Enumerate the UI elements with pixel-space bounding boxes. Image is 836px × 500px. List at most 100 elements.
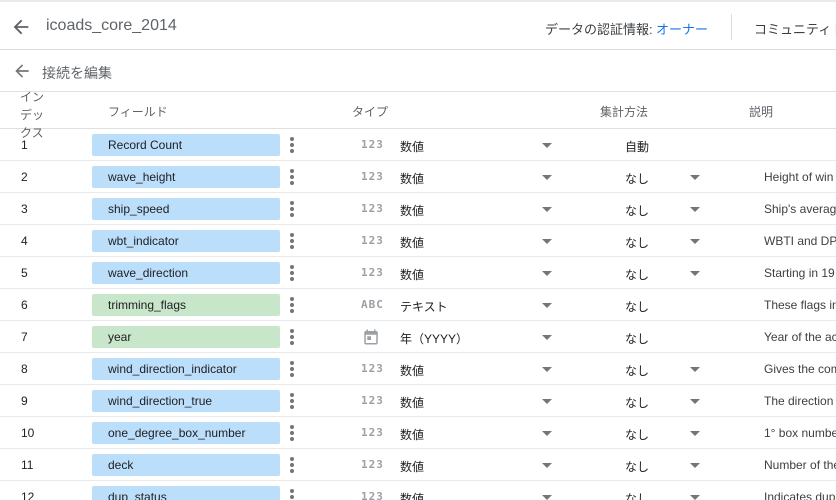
type-dropdown-arrow-icon[interactable]: [542, 143, 552, 148]
description-text[interactable]: The direction: [764, 394, 833, 408]
number-type-icon: 123: [361, 426, 384, 439]
type-dropdown-arrow-icon[interactable]: [542, 335, 552, 340]
back-arrow-icon[interactable]: [10, 16, 32, 38]
field-name-chip[interactable]: year: [92, 326, 280, 348]
number-type-icon: 123: [361, 138, 384, 151]
description-text[interactable]: Number of the: [764, 458, 836, 472]
more-vert-icon[interactable]: [286, 361, 298, 377]
aggregation-dropdown-arrow-icon[interactable]: [690, 431, 700, 436]
number-type-icon: 123: [361, 266, 384, 279]
aggregation-dropdown-arrow-icon[interactable]: [690, 271, 700, 276]
description-text[interactable]: Ship's average: [764, 202, 836, 216]
column-header-description[interactable]: 説明: [749, 103, 773, 120]
type-select-value[interactable]: テキスト: [400, 298, 448, 315]
type-select-value[interactable]: 数値: [400, 202, 424, 219]
aggregation-value[interactable]: なし: [625, 266, 649, 283]
field-name-chip[interactable]: trimming_flags: [92, 294, 280, 316]
aggregation-value[interactable]: 自動: [625, 138, 649, 155]
description-text[interactable]: Indicates dup: [764, 490, 835, 500]
aggregation-value[interactable]: なし: [625, 298, 649, 315]
more-vert-icon[interactable]: [286, 265, 298, 281]
row-index: 8: [21, 362, 28, 376]
type-select-value[interactable]: 数値: [400, 426, 424, 443]
aggregation-dropdown-arrow-icon[interactable]: [690, 495, 700, 500]
field-name-chip[interactable]: wind_direction_indicator: [92, 358, 280, 380]
description-text[interactable]: Starting in 19: [764, 266, 835, 280]
table-row: 4 wbt_indicator 123 数値 なし WBTI and DPT: [0, 225, 836, 257]
aggregation-dropdown-arrow-icon[interactable]: [690, 207, 700, 212]
more-vert-icon[interactable]: [286, 489, 298, 500]
aggregation-value[interactable]: なし: [625, 394, 649, 411]
description-text[interactable]: Year of the ac: [764, 330, 836, 344]
row-index: 4: [21, 234, 28, 248]
field-name-chip[interactable]: wind_direction_true: [92, 390, 280, 412]
text-type-icon: ABC: [361, 298, 384, 311]
more-vert-icon[interactable]: [286, 169, 298, 185]
type-select-value[interactable]: 数値: [400, 138, 424, 155]
edit-connection-button[interactable]: 接続を編集: [42, 63, 112, 83]
field-name-chip[interactable]: dup_status: [92, 486, 280, 500]
aggregation-value[interactable]: なし: [625, 362, 649, 379]
type-dropdown-arrow-icon[interactable]: [542, 431, 552, 436]
field-name-chip[interactable]: wbt_indicator: [92, 230, 280, 252]
aggregation-value[interactable]: なし: [625, 330, 649, 347]
type-select-value[interactable]: 数値: [400, 458, 424, 475]
type-select-value[interactable]: 年（YYYY）: [400, 330, 468, 347]
type-select-value[interactable]: 数値: [400, 490, 424, 500]
type-dropdown-arrow-icon[interactable]: [542, 303, 552, 308]
more-vert-icon[interactable]: [286, 201, 298, 217]
column-header-type[interactable]: タイプ: [352, 103, 388, 120]
description-text[interactable]: WBTI and DPT: [764, 234, 836, 248]
type-dropdown-arrow-icon[interactable]: [542, 271, 552, 276]
type-dropdown-arrow-icon[interactable]: [542, 367, 552, 372]
back-arrow-icon[interactable]: [12, 61, 32, 81]
description-text[interactable]: 1° box numbe: [764, 426, 836, 440]
description-text[interactable]: Gives the com: [764, 362, 836, 376]
aggregation-value[interactable]: なし: [625, 426, 649, 443]
more-vert-icon[interactable]: [286, 233, 298, 249]
row-index: 7: [21, 330, 28, 344]
credentials-owner-link[interactable]: オーナー: [656, 19, 708, 38]
aggregation-value[interactable]: なし: [625, 458, 649, 475]
more-vert-icon[interactable]: [286, 393, 298, 409]
aggregation-dropdown-arrow-icon[interactable]: [690, 239, 700, 244]
community-label[interactable]: コミュニティ During: [754, 19, 836, 38]
column-header-row: インデックス フィールド タイプ 集計方法 説明: [0, 90, 836, 140]
field-name-chip[interactable]: wave_height: [92, 166, 280, 188]
type-select-value[interactable]: 数値: [400, 266, 424, 283]
more-vert-icon[interactable]: [286, 297, 298, 313]
more-vert-icon[interactable]: [286, 329, 298, 345]
aggregation-value[interactable]: なし: [625, 202, 649, 219]
description-text[interactable]: Height of win: [764, 170, 833, 184]
more-vert-icon[interactable]: [286, 137, 298, 153]
aggregation-value[interactable]: なし: [625, 170, 649, 187]
more-vert-icon[interactable]: [286, 457, 298, 473]
type-dropdown-arrow-icon[interactable]: [542, 463, 552, 468]
type-select-value[interactable]: 数値: [400, 170, 424, 187]
column-header-field[interactable]: フィールド: [108, 103, 168, 120]
field-name-chip[interactable]: ship_speed: [92, 198, 280, 220]
field-name-chip[interactable]: wave_direction: [92, 262, 280, 284]
column-header-aggregation[interactable]: 集計方法: [600, 103, 648, 120]
type-dropdown-arrow-icon[interactable]: [542, 207, 552, 212]
field-name-chip[interactable]: one_degree_box_number: [92, 422, 280, 444]
type-select-value[interactable]: 数値: [400, 362, 424, 379]
aggregation-value[interactable]: なし: [625, 490, 649, 500]
field-table: 1 Record Count 123 数値 自動 2 wave_height 123 数値 なし H…: [0, 129, 836, 500]
type-select-value[interactable]: 数値: [400, 234, 424, 251]
type-select-value[interactable]: 数値: [400, 394, 424, 411]
field-name-chip[interactable]: Record Count: [92, 134, 280, 156]
aggregation-dropdown-arrow-icon[interactable]: [690, 463, 700, 468]
aggregation-dropdown-arrow-icon[interactable]: [690, 399, 700, 404]
aggregation-dropdown-arrow-icon[interactable]: [690, 367, 700, 372]
aggregation-dropdown-arrow-icon[interactable]: [690, 175, 700, 180]
description-text[interactable]: These flags in: [764, 298, 836, 312]
field-name-chip[interactable]: deck: [92, 454, 280, 476]
row-index: 5: [21, 266, 28, 280]
type-dropdown-arrow-icon[interactable]: [542, 399, 552, 404]
type-dropdown-arrow-icon[interactable]: [542, 495, 552, 500]
more-vert-icon[interactable]: [286, 425, 298, 441]
type-dropdown-arrow-icon[interactable]: [542, 175, 552, 180]
type-dropdown-arrow-icon[interactable]: [542, 239, 552, 244]
aggregation-value[interactable]: なし: [625, 234, 649, 251]
